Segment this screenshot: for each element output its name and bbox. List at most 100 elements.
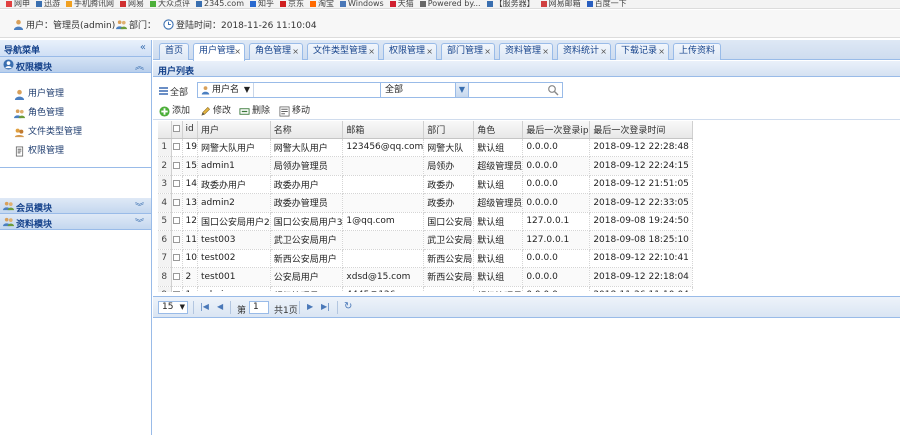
tab-resource-statistics[interactable]: 资料统计 × — [557, 43, 611, 60]
tab-close-icon[interactable]: × — [426, 44, 433, 59]
row-select-cell[interactable] — [171, 212, 183, 231]
add-button[interactable]: 添加 — [159, 105, 190, 117]
next-page-icon[interactable]: ▶ — [307, 302, 313, 311]
table-row[interactable]: 7 10 test002 新西公安局用户 新西公安局 默认组 0.0.0.0 2018-09-… — [158, 249, 694, 268]
tab-department-management[interactable]: 部门管理 × — [441, 43, 495, 60]
sidebar-item-role-management[interactable]: 角色管理 — [0, 104, 151, 123]
select-all-header[interactable] — [171, 121, 183, 139]
bookmark-item[interactable]: 网易 — [120, 0, 144, 8]
bookmark-item[interactable]: 淘宝 — [310, 0, 334, 8]
row-select-cell[interactable] — [171, 175, 183, 194]
refresh-icon[interactable]: ↻ — [344, 301, 352, 312]
row-checkbox[interactable] — [173, 291, 180, 292]
row-number: 5 — [158, 212, 172, 231]
tab-user-management[interactable]: 用户管理 × — [193, 43, 245, 61]
bookmark-item[interactable]: Powered by... — [419, 0, 481, 8]
tab-close-icon[interactable]: × — [292, 44, 299, 59]
tab-upload-resources[interactable]: 上传资料 — [673, 43, 721, 60]
column-header-role[interactable]: 角色 — [473, 121, 524, 139]
column-header-email[interactable]: 邮箱 — [342, 121, 425, 139]
column-header-department[interactable]: 部门 — [423, 121, 475, 139]
bookmark-item[interactable]: 京东 — [280, 0, 304, 8]
tab-close-icon[interactable]: × — [484, 44, 491, 59]
tab-close-icon[interactable]: × — [542, 44, 549, 59]
sidebar-collapse-button[interactable]: « — [140, 42, 146, 53]
table-row[interactable]: 6 11 test003 武卫公安局用户 武卫公安局 默认组 127.0.0.1 2018-0… — [158, 230, 694, 250]
table-row[interactable]: 91admin超级管理员4445@126.com超级管理员0.0.0.02018… — [158, 286, 694, 292]
search-scope-select[interactable]: 全部 ▼ — [380, 82, 469, 98]
column-header-name[interactable]: 名称 — [270, 121, 344, 139]
delete-button[interactable]: 删除 — [239, 105, 270, 117]
row-select-cell[interactable] — [171, 138, 183, 157]
first-page-icon[interactable]: |◀ — [200, 302, 209, 311]
tab-resource-management[interactable]: 资料管理 × — [499, 43, 553, 60]
search-field-select[interactable]: 用户名 ▼ — [198, 83, 254, 97]
move-button[interactable]: 移动 — [279, 105, 310, 117]
row-checkbox[interactable] — [173, 235, 180, 243]
tab-close-icon[interactable]: × — [368, 44, 375, 59]
page-size-select[interactable]: 15 ▼ — [158, 301, 188, 314]
row-checkbox[interactable] — [173, 217, 180, 225]
table-row[interactable]: 1 19 网警大队用户 网警大队用户 123456@qq.com 网警大队 默认组 0.0.0… — [158, 138, 694, 157]
row-select-cell[interactable] — [171, 193, 183, 213]
bookmark-item[interactable]: Windows — [340, 0, 384, 8]
panel-header-members[interactable]: 会员模块 ︾ — [0, 198, 151, 214]
table-row[interactable]: 8 2 test001 公安局用户 xdsd@15.com 新西公安局 默认组 0.0.0.0… — [158, 267, 694, 287]
row-select-cell[interactable] — [171, 267, 183, 287]
bookmark-item[interactable]: 天猫 — [389, 0, 414, 8]
row-select-cell[interactable] — [171, 230, 183, 250]
column-header-last-login-ip[interactable]: 最后一次登录ip — [522, 121, 591, 139]
row-select-cell[interactable] — [171, 249, 183, 268]
panel-toggle-icon[interactable]: ︽ — [135, 59, 144, 72]
bookmark-item[interactable]: 大众点评 — [150, 0, 190, 8]
table-row[interactable]: 3 14 政委办用户 政委办用户 政委办 默认组 0.0.0.0 2018-09-12 21:… — [158, 175, 694, 194]
row-checkbox[interactable] — [173, 254, 180, 262]
column-header-last-login-time[interactable]: 最后一次登录时间 — [589, 121, 694, 139]
sidebar-item-permission-management[interactable]: 权限管理 — [0, 142, 151, 161]
sidebar-item-file-type-management[interactable]: 文件类型管理 — [0, 123, 151, 142]
column-header-id[interactable]: id — [182, 121, 198, 139]
bookmark-item[interactable]: 百度一下 — [586, 0, 627, 8]
panel-header-permissions[interactable]: 权限模块 ︽ — [0, 57, 151, 73]
bookmark-item[interactable]: 网易邮箱 — [540, 0, 581, 8]
bookmark-item[interactable]: 知乎 — [250, 0, 274, 8]
page-number-input[interactable]: 1 — [249, 301, 269, 314]
row-checkbox[interactable] — [173, 272, 180, 280]
tab-close-icon[interactable]: × — [600, 44, 607, 59]
tab-role-management[interactable]: 角色管理 × — [249, 43, 303, 60]
tab-permission-management[interactable]: 权限管理 × — [383, 43, 437, 60]
search-icon[interactable] — [547, 84, 559, 96]
table-row[interactable]: 2 15 admin1 局领办管理员 局领办 超级管理员 0.0.0.0 2018-09-12… — [158, 156, 694, 176]
show-all-button[interactable]: 全部 — [159, 85, 188, 98]
panel-toggle-icon[interactable]: ︾ — [135, 200, 144, 213]
edit-button[interactable]: 修改 — [200, 105, 231, 117]
table-row[interactable]: 4 13 admin2 政委办管理员 政委办 超级管理员 0.0.0.0 2018-09-12… — [158, 193, 694, 213]
bookmark-item[interactable]: 网申 — [6, 0, 30, 8]
row-select-cell[interactable] — [171, 156, 183, 176]
bookmark-item[interactable]: 2345.com — [196, 0, 244, 8]
chevron-down-icon[interactable]: ▼ — [455, 83, 468, 97]
last-page-icon[interactable]: ▶| — [321, 302, 330, 311]
bookmark-item[interactable]: 手机腾讯网 — [66, 0, 114, 8]
tab-file-type-management[interactable]: 文件类型管理 × — [307, 43, 379, 60]
tab-label: 首页 — [165, 46, 184, 56]
tab-home[interactable]: 首页 — [159, 43, 189, 60]
column-header-user[interactable]: 用户 — [197, 121, 271, 139]
panel-toggle-icon[interactable]: ︾ — [135, 216, 144, 229]
row-checkbox[interactable] — [173, 161, 180, 169]
table-cell: 0.0.0.0 — [522, 156, 591, 176]
select-all-checkbox[interactable] — [173, 125, 180, 133]
table-row[interactable]: 5 12 国口公安局用户2 国口公安局用户3 1@qq.com 国口公安局 默认组 127.0… — [158, 212, 694, 231]
panel-header-resources[interactable]: 资料模块 ︾ — [0, 214, 151, 230]
prev-page-icon[interactable]: ◀ — [217, 302, 223, 311]
bookmark-item[interactable]: 【服务器】 — [486, 0, 535, 8]
tab-download-records[interactable]: 下载记录 × — [615, 43, 669, 60]
sidebar-item-user-management[interactable]: 用户管理 — [0, 85, 151, 104]
row-checkbox[interactable] — [173, 143, 180, 151]
tab-close-icon[interactable]: × — [234, 44, 241, 59]
row-checkbox[interactable] — [173, 198, 180, 206]
row-select-cell[interactable] — [171, 286, 183, 292]
bookmark-item[interactable]: 迅游 — [36, 0, 60, 8]
tab-close-icon[interactable]: × — [658, 44, 665, 59]
row-checkbox[interactable] — [173, 180, 180, 188]
